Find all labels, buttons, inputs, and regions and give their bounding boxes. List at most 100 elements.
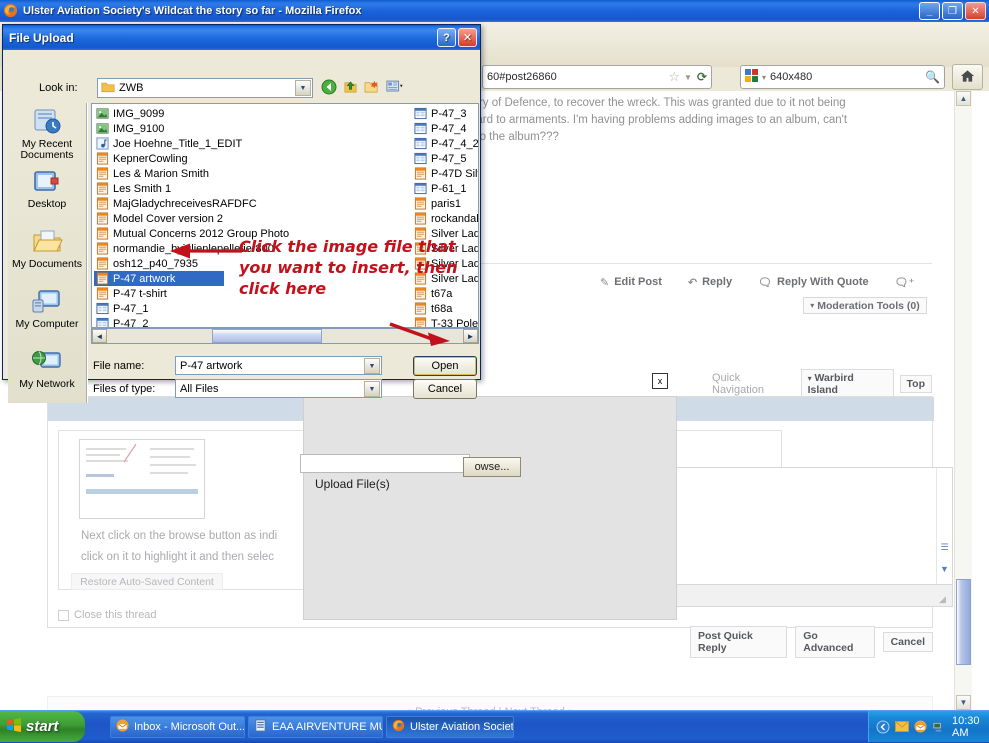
network-icon[interactable] [932, 720, 945, 734]
scroll-up-icon[interactable]: ▲ [956, 91, 971, 106]
place-my-recent-documents[interactable]: My Recent Documents [8, 103, 86, 163]
mail-icon[interactable] [895, 720, 909, 734]
file-list-item-label: Les Smith 1 [113, 182, 172, 195]
place-my-computer[interactable]: My Computer [8, 283, 86, 343]
page-scrollbar[interactable]: ▲ ▼ [954, 91, 972, 710]
file-list-item[interactable]: P-47 artwork [94, 271, 224, 286]
dialog-cancel-button[interactable]: Cancel [413, 379, 477, 399]
file-list-item-label: Les & Marion Smith [113, 167, 209, 180]
firefox-icon [392, 719, 405, 735]
file-list-item[interactable]: t68a [412, 301, 478, 316]
file-list-item[interactable]: P-47_1 [94, 301, 282, 316]
post-line-3: t to the album??? [470, 131, 559, 143]
go-advanced-button[interactable]: Go Advanced [795, 626, 875, 658]
look-in-value: ZWB [119, 82, 144, 94]
restore-autosaved-button[interactable]: Restore Auto-Saved Content [71, 573, 223, 590]
chevron-down-icon[interactable]: ▼ [684, 73, 692, 82]
orange-doc-icon [414, 302, 427, 315]
textarea-scrollbar[interactable]: ☰ ▼ [936, 468, 952, 584]
quick-navigation-dropdown[interactable]: ▾ Warbird Island [800, 369, 894, 399]
files-of-type-select[interactable]: All Files ▼ [175, 379, 382, 398]
file-list-item[interactable]: P-47_5 [412, 151, 478, 166]
cancel-button[interactable]: Cancel [882, 632, 933, 652]
chevron-down-icon[interactable]: ▼ [364, 381, 380, 397]
file-list-item[interactable]: Les & Marion Smith [94, 166, 282, 181]
file-list-item[interactable]: P-47_4_2 [412, 136, 478, 151]
messenger-icon[interactable] [914, 720, 927, 734]
file-list-item[interactable]: Les Smith 1 [94, 181, 282, 196]
file-name-input[interactable]: P-47 artwork ▼ [175, 356, 382, 375]
file-list-item[interactable]: rockandahar [412, 211, 478, 226]
scroll-right-icon[interactable]: ► [463, 329, 478, 343]
show-desktop-icon[interactable] [876, 720, 890, 734]
file-list-item[interactable]: Model Cover version 2 [94, 211, 282, 226]
top-button[interactable]: Top [899, 375, 932, 393]
scroll-left-icon[interactable]: ◄ [92, 329, 107, 343]
resize-handle-icon[interactable]: ◢ [939, 594, 949, 604]
file-list-item[interactable]: MajGladychreceivesRAFDFC [94, 196, 282, 211]
reply-with-quote-button[interactable]: 🗨 Reply With Quote [758, 276, 869, 289]
file-list-item-label: P-47 t-shirt [113, 287, 167, 300]
chevron-down-icon[interactable]: ▼ [364, 358, 380, 374]
close-button[interactable]: ✕ [965, 2, 986, 20]
editor-thumbnail-image [79, 439, 205, 519]
file-list-item[interactable]: Joe Hoehne_Title_1_EDIT [94, 136, 282, 151]
clock[interactable]: 10:30 AM [952, 715, 989, 739]
open-button[interactable]: Open [413, 356, 477, 376]
close-thread-checkbox[interactable] [58, 609, 69, 621]
moderation-tools-button[interactable]: ▾ Moderation Tools (0) [803, 297, 927, 314]
file-list-item[interactable]: KepnerCowling [94, 151, 282, 166]
dialog-close-button[interactable]: ✕ [458, 28, 477, 47]
file-list-item-label: MajGladychreceivesRAFDFC [113, 197, 257, 210]
google-icon[interactable] [745, 69, 758, 85]
views-icon[interactable] [386, 79, 404, 97]
scroll-down-icon[interactable]: ▼ [939, 563, 950, 574]
reload-icon[interactable]: ⟳ [697, 70, 707, 84]
file-list-item[interactable]: P-47D Silver [412, 166, 478, 181]
start-button[interactable]: start [0, 711, 85, 742]
scroll-down-icon[interactable]: ▼ [956, 695, 971, 710]
thread-navigation[interactable]: « Previous Thread | Next Thread » [47, 696, 933, 710]
browse-button[interactable]: owse... [463, 457, 521, 477]
place-desktop[interactable]: Desktop [8, 163, 86, 223]
minimize-button[interactable]: _ [919, 2, 940, 20]
help-button[interactable]: ? [437, 28, 456, 47]
file-list-item[interactable]: IMG_9100 [94, 121, 282, 136]
look-in-combo[interactable]: ZWB ▼ [97, 78, 313, 98]
magnifier-icon[interactable]: 🔍 [925, 70, 940, 84]
upload-file-input[interactable] [300, 454, 470, 473]
scroll-thumb[interactable]: ☰ [939, 542, 950, 553]
taskbar-item-outlook[interactable]: Inbox - Microsoft Out... [110, 716, 245, 738]
orange-doc-icon [96, 167, 109, 180]
url-bar[interactable]: 60#post26860 ☆ ▼ ⟳ [482, 65, 712, 89]
reply-button[interactable]: ↶ Reply [688, 276, 732, 289]
multiquote-button[interactable]: 🗨⁺ [895, 276, 915, 289]
taskbar-item-ulster[interactable]: Ulster Aviation Societ... [386, 716, 514, 738]
search-bar[interactable]: ▾ 640x480 🔍 [740, 65, 945, 89]
file-list-item[interactable]: P-61_1 [412, 181, 478, 196]
file-list-item[interactable]: P-47_2 [94, 316, 282, 327]
file-list-item[interactable]: paris1 [412, 196, 478, 211]
scrollbar-thumb[interactable] [956, 579, 971, 665]
file-list-item[interactable]: P-47_4 [412, 121, 478, 136]
home-button[interactable] [952, 64, 983, 90]
star-icon[interactable]: ☆ [668, 69, 680, 85]
chevron-down-icon[interactable]: ▼ [295, 80, 311, 96]
taskbar-item-eaa[interactable]: EAA AIRVENTURE MU... [248, 716, 383, 738]
up-one-level-icon[interactable] [343, 79, 358, 97]
maximize-button[interactable]: ❐ [942, 2, 963, 20]
recent-documents-icon [30, 107, 64, 137]
back-icon[interactable] [321, 79, 337, 98]
search-input[interactable]: 640x480 [770, 71, 812, 83]
upload-panel-close-icon[interactable]: x [652, 373, 668, 389]
edit-post-button[interactable]: ✎ Edit Post [600, 276, 662, 289]
post-quick-reply-button[interactable]: Post Quick Reply [690, 626, 788, 658]
place-my-network[interactable]: My Network [8, 343, 86, 403]
new-folder-icon[interactable] [364, 79, 380, 97]
close-thread-row[interactable]: Close this thread [58, 609, 157, 621]
place-my-documents[interactable]: My Documents [8, 223, 86, 283]
search-engine-chevron-icon[interactable]: ▾ [762, 73, 766, 82]
hscrollbar-thumb[interactable] [212, 329, 322, 343]
file-list-item[interactable]: P-47_3 [412, 106, 478, 121]
file-list-item[interactable]: IMG_9099 [94, 106, 282, 121]
